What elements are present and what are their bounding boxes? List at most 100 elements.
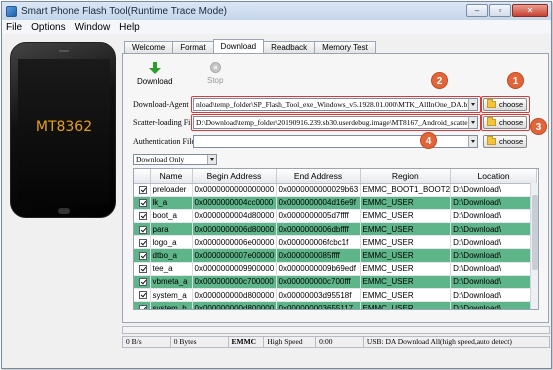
callout-badge-2: 2	[431, 72, 448, 89]
cell-end-address: 0x0000000085ffff	[276, 248, 361, 263]
cell-name: dtbo_a	[150, 248, 193, 263]
col-region[interactable]: Region	[360, 169, 452, 184]
table-scrollbar[interactable]	[530, 183, 538, 309]
cell-location: D:\Download\	[450, 209, 538, 224]
phone-home-button	[58, 208, 70, 214]
cell-region: EMMC_USER	[360, 262, 452, 276]
cell-name: system_b	[150, 301, 193, 309]
cell-begin-address: 0x000000000d800000	[192, 288, 277, 303]
table-row[interactable]: para 0x0000000006d80000 0x0000000006dbffff…	[134, 222, 538, 237]
tab-format[interactable]: Format	[172, 41, 214, 53]
row-checkbox-cell	[134, 275, 151, 290]
tab-memory-test[interactable]: Memory Test	[314, 41, 376, 53]
download-arrow-icon	[148, 62, 161, 74]
download-mode-value: Download Only	[136, 155, 185, 164]
cell-location: D:\Download\	[450, 235, 538, 250]
scrollbar-thumb[interactable]	[532, 195, 538, 270]
row-checkbox-cell	[134, 262, 151, 276]
table-row[interactable]: logo_a 0x0000000006e00000 0x000000006fcbc1…	[134, 235, 538, 250]
stop-button-label: Stop	[207, 76, 224, 85]
tab-readback[interactable]: Readback	[263, 41, 316, 53]
callout-badge-4: 4	[420, 132, 437, 149]
menu-options[interactable]: Options	[31, 22, 65, 33]
cell-name: boot_a	[150, 209, 193, 224]
cell-location: D:\Download\	[450, 222, 538, 237]
row-checkbox[interactable]	[139, 185, 147, 194]
status-bar: 0 B/s 0 Bytes EMMC High Speed 0:00 USB: …	[122, 336, 550, 348]
cell-end-address: 0x0000000009b69edf	[276, 262, 361, 276]
highlight-scatter-file	[191, 114, 481, 131]
cell-region: EMMC_USER	[360, 235, 452, 250]
table-row[interactable]: vbmeta_a 0x000000000c700000 0x000000000c70…	[134, 275, 538, 290]
col-check[interactable]	[134, 169, 151, 184]
download-button[interactable]: Download	[137, 62, 173, 86]
row-checkbox[interactable]	[139, 199, 147, 208]
row-checkbox[interactable]	[139, 278, 147, 287]
row-checkbox[interactable]	[139, 304, 147, 309]
table-row[interactable]: lk_a 0x0000000004cc0000 0x0000000004d16e9f…	[134, 196, 538, 210]
cell-begin-address: 0x0000000000000000	[192, 183, 277, 197]
phone-camera	[59, 50, 69, 52]
download-mode-select[interactable]: Download Only	[133, 154, 217, 165]
cell-name: lk_a	[150, 196, 193, 210]
cell-region: EMMC_USER	[360, 301, 452, 309]
status-time: 0:00	[316, 337, 364, 347]
table-row[interactable]: dtbo_a 0x0000000007e00000 0x0000000085ffff…	[134, 248, 538, 263]
cell-begin-address: 0x000000000c700000	[192, 275, 277, 290]
row-checkbox[interactable]	[139, 291, 147, 300]
maximize-button[interactable]: ▫	[489, 4, 511, 17]
callout-badge-3: 3	[530, 118, 547, 135]
cell-begin-address: 0x0000000009900000	[192, 262, 277, 276]
status-speed: 0 B/s	[123, 337, 171, 347]
row-checkbox[interactable]	[139, 212, 147, 221]
row-checkbox-cell	[134, 288, 151, 303]
status-bytes: 0 Bytes	[171, 337, 229, 347]
chevron-down-icon[interactable]	[468, 136, 477, 147]
cell-location: D:\Download\	[450, 275, 538, 290]
row-checkbox[interactable]	[139, 225, 147, 234]
cell-name: vbmeta_a	[150, 275, 193, 290]
col-location[interactable]: Location	[450, 169, 538, 184]
row-checkbox-cell	[134, 183, 151, 197]
table-row[interactable]: boot_a 0x0000000004d80000 0x0000000005d7ff…	[134, 209, 538, 224]
col-begin-address[interactable]: Begin Address	[192, 169, 277, 184]
cell-begin-address: 0x0000000006e00000	[192, 235, 277, 250]
download-panel: Download Stop Download-Agent nload\temp_…	[122, 53, 549, 323]
cell-name: system_a	[150, 288, 193, 303]
menu-window[interactable]: Window	[75, 22, 111, 33]
app-window: Smart Phone Flash Tool(Runtime Trace Mod…	[1, 1, 552, 369]
cell-region: EMMC_USER	[360, 209, 452, 224]
partition-table: Name Begin Address End Address Region Lo…	[133, 168, 539, 310]
cell-end-address: 0x0000000006dbffff	[276, 222, 361, 237]
row-checkbox[interactable]	[139, 265, 147, 274]
cell-begin-address: 0x000000000d800000	[192, 301, 277, 309]
col-name[interactable]: Name	[150, 169, 193, 184]
minimize-button[interactable]: –	[466, 4, 488, 17]
cell-end-address: 0x000000006fcbc1f	[276, 235, 361, 250]
col-end-address[interactable]: End Address	[276, 169, 361, 184]
close-button[interactable]: ✕	[512, 4, 548, 17]
table-row[interactable]: preloader 0x0000000000000000 0x00000000000…	[134, 183, 538, 197]
scatter-file-label: Scatter-loading File	[133, 118, 197, 127]
tab-welcome[interactable]: Welcome	[124, 41, 174, 53]
download-agent-label: Download-Agent	[133, 100, 189, 109]
stop-button[interactable]: Stop	[207, 62, 223, 85]
row-checkbox[interactable]	[139, 251, 147, 260]
tab-download[interactable]: Download	[212, 39, 265, 53]
table-row[interactable]: system_b 0x000000000d800000 0x000000003655…	[134, 301, 538, 309]
row-checkbox[interactable]	[139, 238, 147, 247]
download-button-label: Download	[137, 77, 173, 86]
table-row[interactable]: tee_a 0x0000000009900000 0x0000000009b69ed…	[134, 262, 538, 276]
cell-location: D:\Download\	[450, 196, 538, 210]
partition-grid: Name Begin Address End Address Region Lo…	[134, 169, 538, 309]
highlight-choose-scatter	[481, 114, 530, 131]
cell-region: EMMC_USER	[360, 248, 452, 263]
table-row[interactable]: system_a 0x000000000d800000 0x00000003d955…	[134, 288, 538, 303]
cell-region: EMMC_USER	[360, 275, 452, 290]
chevron-down-icon[interactable]	[207, 155, 216, 164]
choose-label: choose	[499, 137, 524, 146]
status-storage: EMMC	[229, 337, 265, 347]
menu-file[interactable]: File	[6, 22, 22, 33]
menu-help[interactable]: Help	[119, 22, 140, 33]
choose-authentication-file-button[interactable]: choose	[483, 135, 527, 148]
